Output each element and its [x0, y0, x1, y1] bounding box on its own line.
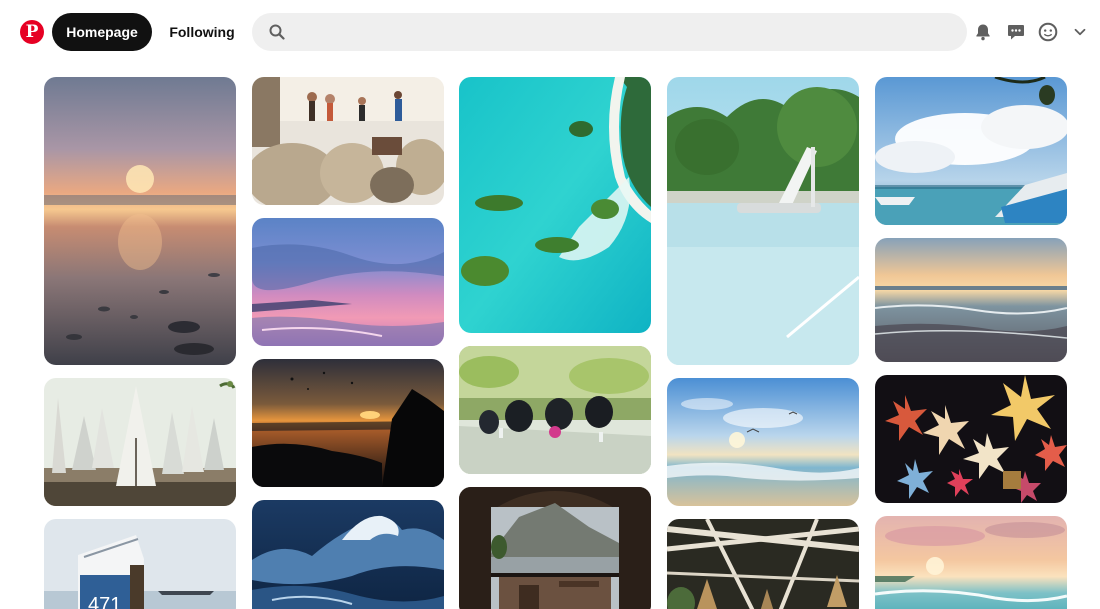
avatar-icon[interactable]: [1036, 20, 1060, 44]
chevron-down-icon[interactable]: [1068, 20, 1092, 44]
pin-ocean-wave[interactable]: [252, 500, 444, 609]
search-icon: [268, 23, 286, 41]
pin-pergola-lanterns[interactable]: [667, 519, 859, 609]
pin-pastel-beach-sunset[interactable]: [875, 516, 1067, 609]
nav-following-button[interactable]: Following: [160, 13, 244, 51]
bell-icon[interactable]: [971, 20, 995, 44]
search-input[interactable]: [286, 13, 967, 51]
pin-aerial-lagoon-islands[interactable]: [459, 77, 651, 333]
nav-homepage-label: Homepage: [66, 24, 138, 40]
pin-garden-restaurant[interactable]: [459, 346, 651, 474]
pin-star-lanterns[interactable]: [875, 375, 1067, 503]
nav-following-label: Following: [169, 24, 235, 40]
nav-homepage-button[interactable]: Homepage: [52, 13, 152, 51]
pin-pool-slide[interactable]: [667, 77, 859, 365]
pin-boat-blue-sky[interactable]: [875, 77, 1067, 225]
pin-terrace-mountain-view[interactable]: [459, 487, 651, 609]
pin-beach-chair-471[interactable]: 471: [44, 519, 236, 609]
message-icon[interactable]: [1004, 20, 1028, 44]
pin-sunset-beach-pebbles[interactable]: [44, 77, 236, 365]
pin-beach-bean-bags[interactable]: [252, 77, 444, 205]
pin-beach-sunrise-birds[interactable]: [667, 378, 859, 506]
pin-pink-sunset-sea[interactable]: [252, 218, 444, 346]
pin-sunset-rocks-silhouette[interactable]: [252, 359, 444, 487]
top-navigation-bar: P Homepage Following: [0, 0, 1100, 64]
pin-sea-sunset-waves[interactable]: [875, 238, 1067, 362]
pinterest-logo-icon[interactable]: P: [20, 20, 44, 44]
search-bar[interactable]: [252, 13, 967, 51]
pin-beach-umbrellas[interactable]: [44, 378, 236, 506]
pin-feed: 471: [0, 64, 1100, 609]
svg-text:471: 471: [88, 594, 121, 609]
